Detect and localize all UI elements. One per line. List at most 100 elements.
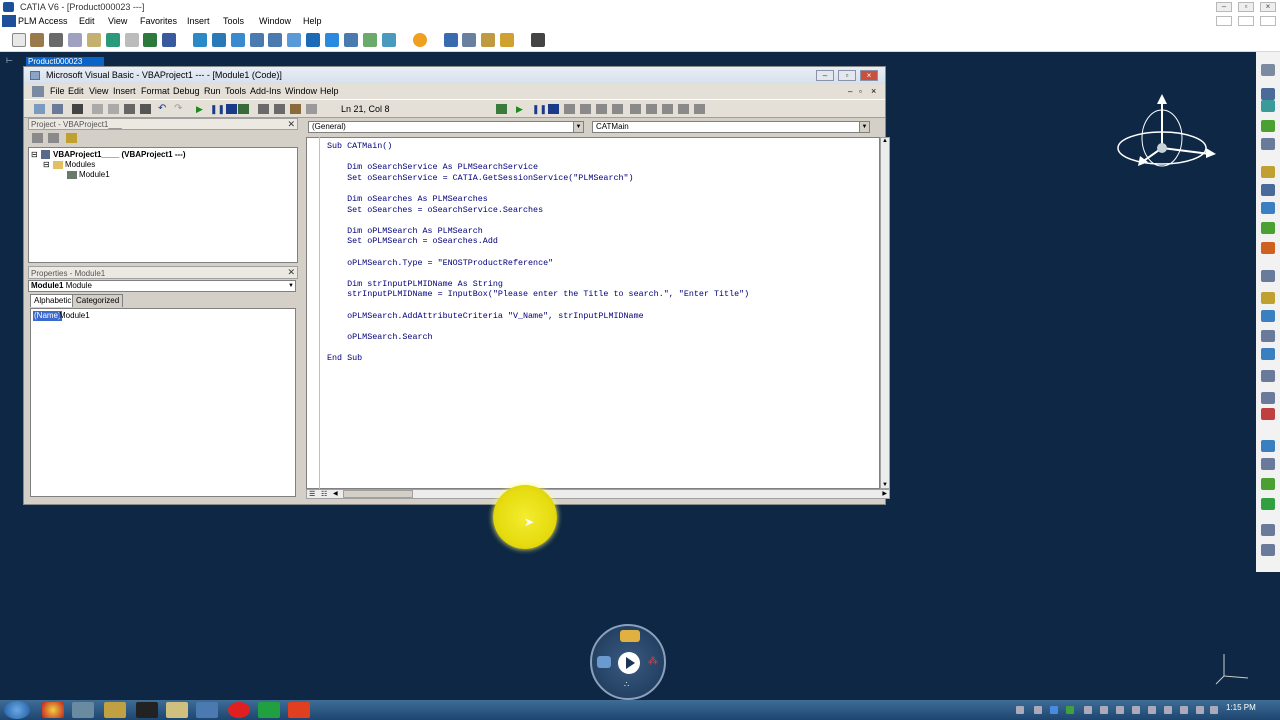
tool-icon-16[interactable] — [1261, 392, 1275, 404]
undo-icon[interactable] — [106, 33, 120, 47]
vba-menu-debug[interactable]: Debug — [173, 84, 200, 99]
tool-icon-11[interactable] — [1261, 292, 1275, 304]
quick-watch-icon[interactable] — [678, 104, 689, 114]
redo-icon[interactable] — [125, 33, 139, 47]
step-into-icon[interactable] — [580, 104, 591, 114]
menu-help[interactable]: Help — [303, 14, 322, 28]
spec-tree-icon[interactable]: ⊢ — [6, 57, 16, 65]
properties-window-icon[interactable] — [274, 104, 285, 114]
normal-view-icon[interactable] — [287, 33, 301, 47]
new-icon[interactable] — [12, 33, 26, 47]
horizontal-scrollbar[interactable]: ☰ ☷ ◀ ▶ — [306, 489, 890, 499]
tool-icon-17[interactable] — [1261, 408, 1275, 420]
find-icon[interactable] — [140, 104, 151, 114]
menu-tools[interactable]: Tools — [223, 14, 244, 28]
scroll-thumb[interactable] — [343, 490, 413, 498]
fit-all-icon[interactable] — [193, 33, 207, 47]
publish-icon[interactable] — [500, 33, 514, 47]
reset-icon[interactable] — [226, 104, 237, 114]
vba-minimize-button[interactable]: – — [816, 70, 834, 81]
tool-icon-13[interactable] — [1261, 330, 1275, 342]
immediate-window-icon[interactable] — [646, 104, 657, 114]
tray-icon-5[interactable] — [1100, 706, 1108, 714]
tool-icon-9[interactable] — [1261, 242, 1275, 254]
debug-reset-icon[interactable] — [548, 104, 559, 114]
vba-menu-window[interactable]: Window — [285, 84, 317, 99]
select-icon[interactable] — [1261, 100, 1275, 112]
property-value-cell[interactable]: Module1 — [59, 311, 90, 321]
tool-icon-2[interactable] — [1261, 88, 1275, 100]
bluetooth-icon[interactable] — [1050, 706, 1058, 714]
cut-icon[interactable] — [49, 33, 63, 47]
chrome-icon[interactable] — [42, 702, 64, 718]
menu-edit[interactable]: Edit — [79, 14, 95, 28]
play-icon[interactable] — [618, 652, 640, 674]
vba-cut-icon[interactable] — [92, 104, 103, 114]
vba-menu-insert[interactable]: Insert — [113, 84, 136, 99]
toolbox-icon[interactable] — [306, 104, 317, 114]
taskbar-clock[interactable]: 1:15 PM — [1226, 703, 1256, 712]
vba-menu-view[interactable]: View — [89, 84, 108, 99]
module-view-icon[interactable]: ☷ — [321, 490, 327, 498]
tool-icon-22[interactable] — [1261, 524, 1275, 536]
terminal-icon[interactable] — [136, 702, 158, 718]
object-selector[interactable]: Module1 Module ▼ — [28, 280, 296, 292]
code-close-button[interactable]: × — [871, 84, 876, 99]
update-icon[interactable] — [143, 33, 157, 47]
tool-icon-5[interactable] — [1261, 166, 1275, 178]
swap-visible-icon[interactable] — [382, 33, 396, 47]
object-browser-icon[interactable] — [290, 104, 301, 114]
chevron-down-icon[interactable]: ▼ — [288, 281, 294, 291]
vba-paste-icon[interactable] — [124, 104, 135, 114]
project-close-icon[interactable]: ✕ — [287, 119, 295, 130]
paste-icon[interactable] — [87, 33, 101, 47]
scroll-left-icon[interactable]: ◀ — [333, 490, 338, 497]
step-over-icon[interactable] — [596, 104, 607, 114]
render-style-icon[interactable] — [344, 33, 358, 47]
network-tray-icon[interactable] — [1148, 706, 1156, 714]
view-code-icon[interactable] — [32, 133, 43, 143]
compass-icon[interactable] — [1112, 92, 1222, 176]
toggle-breakpoint-icon[interactable] — [564, 104, 575, 114]
tool-icon-7[interactable] — [1261, 202, 1275, 214]
procedure-combo[interactable]: CATMain ▼ — [592, 121, 870, 133]
design-mode-icon[interactable] — [238, 104, 249, 114]
tree-item-modules[interactable]: Modules — [65, 160, 95, 170]
red-app-icon[interactable] — [288, 702, 310, 718]
code-editor[interactable]: Sub CATMain() Dim oSearchService As PLMS… — [306, 137, 880, 489]
scroll-down-icon[interactable]: ▼ — [882, 482, 888, 488]
capture-icon[interactable] — [531, 33, 545, 47]
toggle-folders-icon[interactable] — [66, 133, 77, 143]
break-icon[interactable]: ❚❚ — [210, 104, 225, 114]
multi-view-icon[interactable] — [306, 33, 320, 47]
zoom-in-icon[interactable] — [250, 33, 264, 47]
tray-icon-7[interactable] — [1132, 706, 1140, 714]
expand-root-icon[interactable]: ⊟ — [31, 150, 38, 160]
procedure-view-icon[interactable]: ☰ — [309, 490, 315, 498]
robot-compass[interactable]: ⁂ ∴ — [590, 624, 666, 700]
tray-icon-9[interactable] — [1180, 706, 1188, 714]
help-icon[interactable] — [104, 702, 126, 718]
tree-item-module1[interactable]: Module1 — [79, 170, 110, 180]
vba-menu-run[interactable]: Run — [204, 84, 221, 99]
tray-icon-6[interactable] — [1116, 706, 1124, 714]
notepad-icon[interactable] — [166, 702, 188, 718]
hide-show-icon[interactable] — [363, 33, 377, 47]
property-name-cell[interactable]: (Name) — [33, 311, 62, 321]
step-out-icon[interactable] — [612, 104, 623, 114]
tray-icon-2[interactable] — [1034, 706, 1042, 714]
debug-break-icon[interactable]: ❚❚ — [532, 104, 547, 114]
menu-window[interactable]: Window — [259, 14, 291, 28]
3d-icon[interactable] — [597, 656, 611, 668]
call-stack-icon[interactable] — [694, 104, 705, 114]
tool-icon-15[interactable] — [1261, 370, 1275, 382]
volume-icon[interactable] — [1196, 706, 1204, 714]
pan-icon[interactable] — [212, 33, 226, 47]
close-button[interactable]: × — [1260, 2, 1276, 12]
vertical-scrollbar[interactable]: ▲ ▼ — [880, 137, 890, 489]
explorer-icon[interactable] — [72, 702, 94, 718]
copy-icon[interactable] — [68, 33, 82, 47]
properties-icon[interactable] — [462, 33, 476, 47]
tool-icon-20[interactable] — [1261, 478, 1275, 490]
code-minimize-button[interactable]: – — [848, 84, 852, 99]
